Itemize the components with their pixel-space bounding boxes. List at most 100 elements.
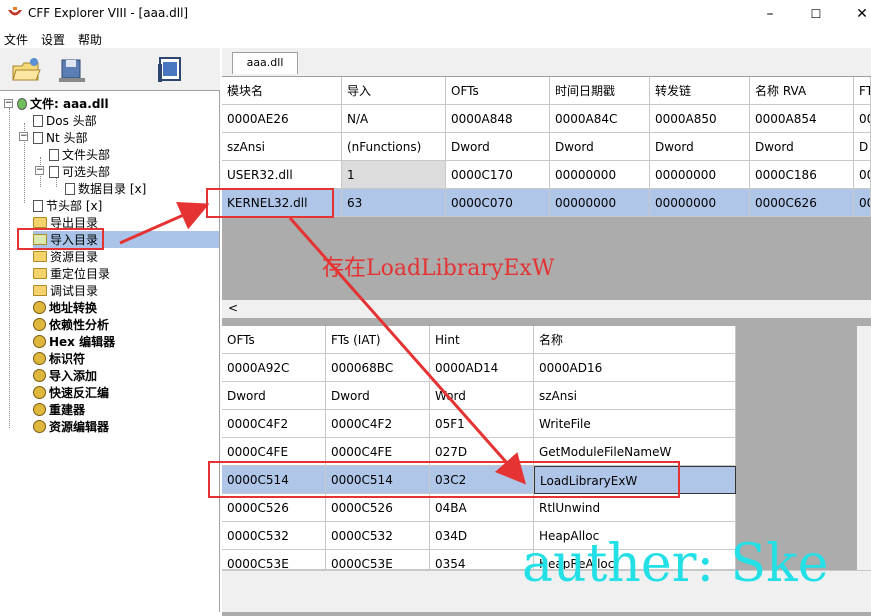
table-cell[interactable]: 0000C170 [446,161,550,189]
table-cell[interactable]: 0000C4F2 [326,410,430,438]
table-cell[interactable]: 1 [342,161,446,189]
menu-file[interactable]: 文件 [4,31,28,48]
windows-icon[interactable] [154,54,186,86]
table-cell[interactable]: 0000A92C [222,354,326,382]
table-cell[interactable]: 0000A854 [750,105,854,133]
tree-item-hex-editor[interactable]: Hex 编辑器 [33,333,115,350]
table-cell[interactable]: Dword [222,382,326,410]
column-header[interactable]: FT [854,77,871,105]
table-cell[interactable]: 63 [342,189,446,217]
table-cell[interactable]: 0000A850 [650,105,750,133]
column-header[interactable]: 导入 [342,77,446,105]
tab-aaa-dll[interactable]: aaa.dll [232,52,298,74]
collapse-optional-icon[interactable]: − [35,166,44,175]
tree-item-section-headers[interactable]: 节头部 [x] [33,197,102,214]
tree-item-optional-header[interactable]: 可选头部 [49,163,110,180]
minimize-button[interactable]: – [747,0,793,28]
table-cell[interactable]: 00000000 [650,189,750,217]
tree-item-import-adder[interactable]: 导入添加 [33,367,97,384]
tree-item-file-header[interactable]: 文件头部 [49,146,110,163]
table-cell[interactable]: Dword [550,133,650,161]
table-cell[interactable]: 000068BC [326,354,430,382]
table-cell[interactable]: Dword [446,133,550,161]
table-cell[interactable]: D [854,133,871,161]
column-header[interactable]: 模块名 [222,77,342,105]
table-cell[interactable]: 00000000 [550,189,650,217]
table-cell[interactable]: WriteFile [534,410,736,438]
collapse-nt-icon[interactable]: − [19,132,28,141]
table-cell[interactable]: szAnsi [222,133,342,161]
table-cell[interactable]: 04BA [430,494,534,522]
column-header[interactable]: 名称 RVA [750,77,854,105]
table-cell[interactable]: 00 [854,161,871,189]
table-cell[interactable]: 0000C4F2 [222,410,326,438]
table-cell[interactable]: 034D [430,522,534,550]
table-cell[interactable]: 0000C53E [222,550,326,570]
title-bar: CFF Explorer VIII - [aaa.dll] – ☐ ✕ [0,0,871,28]
table-cell[interactable]: 0000A84C [550,105,650,133]
tree-item-debug-directory[interactable]: 调试目录 [33,282,98,299]
tree-item-resource-editor[interactable]: 资源编辑器 [33,418,109,435]
table-cell[interactable]: 00000000 [650,161,750,189]
tree-item-identifier[interactable]: 标识符 [33,350,85,367]
column-header[interactable]: Hint [430,326,534,354]
table-cell[interactable]: 0000C526 [222,494,326,522]
save-icon[interactable] [56,54,88,86]
column-header[interactable]: 名称 [534,326,736,354]
tool-icon [33,369,46,382]
table-cell[interactable]: 00 [854,105,871,133]
tree-item-resource-directory[interactable]: 资源目录 [33,248,98,265]
table-cell[interactable]: 0000AD14 [430,354,534,382]
close-button[interactable]: ✕ [839,0,871,28]
column-header[interactable]: FTs (IAT) [326,326,430,354]
tree-item-dos-header[interactable]: Dos 头部 [33,112,97,129]
table-cell[interactable]: szAnsi [534,382,736,410]
scroll-left-icon[interactable]: < [228,301,238,315]
tree-item-dependency-walker[interactable]: 依赖性分析 [33,316,109,333]
table-cell[interactable]: 0000A848 [446,105,550,133]
table-cell[interactable]: Dword [326,382,430,410]
table-cell[interactable]: 0354 [430,550,534,570]
table-cell[interactable]: 0000C532 [222,522,326,550]
table-cell[interactable]: 00000000 [550,161,650,189]
table-cell[interactable]: (nFunctions) [342,133,446,161]
tree-item-quick-disassembler[interactable]: 快速反汇编 [33,384,109,401]
open-folder-icon[interactable] [10,54,42,86]
tree-item-rebuilder[interactable]: 重建器 [33,401,85,418]
table-cell[interactable]: 0000C186 [750,161,854,189]
maximize-button[interactable]: ☐ [793,0,839,28]
table-cell[interactable]: N/A [342,105,446,133]
annotation-text: 存在LoadLibraryExW [322,256,555,281]
vertical-scrollbar[interactable] [857,326,871,570]
table-cell[interactable]: 05F1 [430,410,534,438]
table-cell[interactable]: 0000AD16 [534,354,736,382]
collapse-root-icon[interactable]: − [4,99,13,108]
table-cell[interactable]: 0000C532 [326,522,430,550]
column-header[interactable]: 时间日期戳 [550,77,650,105]
table-cell[interactable]: Dword [650,133,750,161]
tree-item-address-converter[interactable]: 地址转换 [33,299,97,316]
menu-settings[interactable]: 设置 [41,31,65,48]
column-header[interactable]: OFTs [222,326,326,354]
table-cell[interactable]: 0000C526 [326,494,430,522]
table-cell[interactable]: 0000C53E [326,550,430,570]
horizontal-scrollbar[interactable]: < [222,300,871,318]
folder-icon [33,217,47,228]
tree-item-relocation-directory[interactable]: 重定位目录 [33,265,110,282]
table-cell[interactable]: RtlUnwind [534,494,736,522]
tree-item-nt-header[interactable]: Nt 头部 [33,129,88,146]
table-cell[interactable]: 0000AE26 [222,105,342,133]
table-cell[interactable]: 0000C626 [750,189,854,217]
tree-item-data-directories[interactable]: 数据目录 [x] [65,180,146,197]
table-cell[interactable]: USER32.dll [222,161,342,189]
table-cell[interactable]: Dword [750,133,854,161]
table-cell[interactable]: Word [430,382,534,410]
tree-item-file[interactable]: 文件: aaa.dll [17,95,109,112]
menu-help[interactable]: 帮助 [78,31,102,48]
table-cell[interactable]: 0000C070 [446,189,550,217]
highlight-kernel32 [206,188,334,218]
main-panel: aaa.dll 模块名 导入 OFTs 时间日期戳 转发链 名称 RVA FT … [222,48,871,616]
column-header[interactable]: OFTs [446,77,550,105]
column-header[interactable]: 转发链 [650,77,750,105]
table-cell[interactable]: 00 [854,189,871,217]
